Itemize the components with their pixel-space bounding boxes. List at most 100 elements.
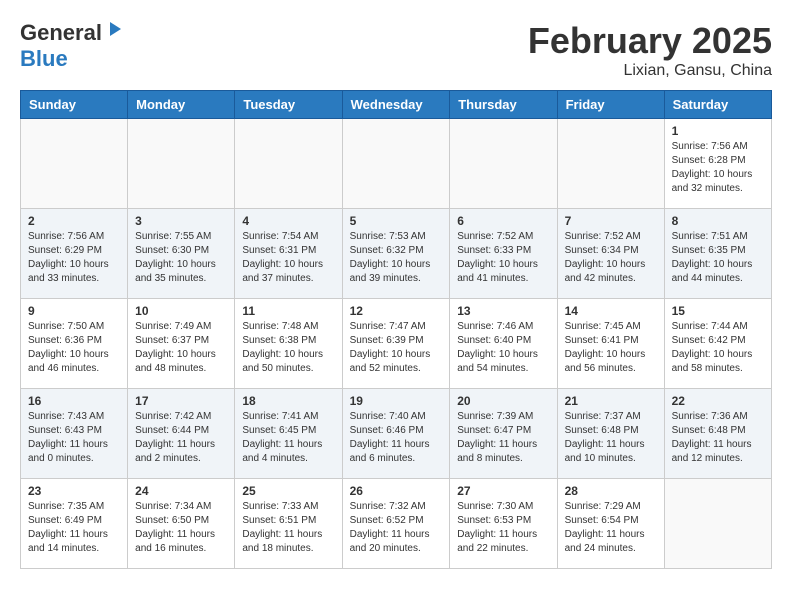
day-number: 11	[242, 304, 334, 318]
day-number: 26	[350, 484, 443, 498]
day-number: 2	[28, 214, 120, 228]
day-info: Sunrise: 7:44 AM Sunset: 6:42 PM Dayligh…	[672, 320, 764, 376]
day-number: 13	[457, 304, 549, 318]
day-info: Sunrise: 7:36 AM Sunset: 6:48 PM Dayligh…	[672, 410, 764, 466]
calendar-table: Sunday Monday Tuesday Wednesday Thursday…	[20, 90, 772, 569]
table-row: 13 Sunrise: 7:46 AM Sunset: 6:40 PM Dayli…	[450, 299, 557, 389]
day-number: 16	[28, 394, 120, 408]
table-row	[128, 119, 235, 209]
table-row: 1 Sunrise: 7:56 AM Sunset: 6:28 PM Daylig…	[664, 119, 771, 209]
table-row: 14 Sunrise: 7:45 AM Sunset: 6:41 PM Dayli…	[557, 299, 664, 389]
day-info: Sunrise: 7:43 AM Sunset: 6:43 PM Dayligh…	[28, 410, 120, 466]
header-monday: Monday	[128, 91, 235, 119]
calendar-week-row: 9Sunrise: 7:50 AM Sunset: 6:36 PM Daylig…	[21, 299, 772, 389]
header-wednesday: Wednesday	[342, 91, 450, 119]
day-info: Sunrise: 7:34 AM Sunset: 6:50 PM Dayligh…	[135, 500, 227, 556]
day-info: Sunrise: 7:32 AM Sunset: 6:52 PM Dayligh…	[350, 500, 443, 556]
table-row	[557, 119, 664, 209]
table-row: 3 Sunrise: 7:55 AM Sunset: 6:30 PM Daylig…	[128, 209, 235, 299]
calendar-header-row: Sunday Monday Tuesday Wednesday Thursday…	[21, 91, 772, 119]
day-number: 7	[565, 214, 657, 228]
table-row: 28 Sunrise: 7:29 AM Sunset: 6:54 PM Dayli…	[557, 479, 664, 569]
day-info: Sunrise: 7:46 AM Sunset: 6:40 PM Dayligh…	[457, 320, 549, 376]
calendar-week-row: 16 Sunrise: 7:43 AM Sunset: 6:43 PM Dayli…	[21, 389, 772, 479]
table-row: 2 Sunrise: 7:56 AM Sunset: 6:29 PM Daylig…	[21, 209, 128, 299]
table-row: 17 Sunrise: 7:42 AM Sunset: 6:44 PM Dayli…	[128, 389, 235, 479]
table-row: 12 Sunrise: 7:47 AM Sunset: 6:39 PM Dayli…	[342, 299, 450, 389]
logo-general: General	[20, 20, 102, 46]
day-info: Sunrise: 7:29 AM Sunset: 6:54 PM Dayligh…	[565, 500, 657, 556]
day-number: 20	[457, 394, 549, 408]
day-info: Sunrise: 7:37 AM Sunset: 6:48 PM Dayligh…	[565, 410, 657, 466]
day-number: 12	[350, 304, 443, 318]
day-info: Sunrise: 7:35 AM Sunset: 6:49 PM Dayligh…	[28, 500, 120, 556]
day-number: 23	[28, 484, 120, 498]
day-info: Sunrise: 7:54 AM Sunset: 6:31 PM Dayligh…	[242, 230, 334, 286]
day-number: 19	[350, 394, 443, 408]
table-row: 19Sunrise: 7:40 AM Sunset: 6:46 PM Dayli…	[342, 389, 450, 479]
day-number: 10	[135, 304, 227, 318]
table-row: 22 Sunrise: 7:36 AM Sunset: 6:48 PM Dayli…	[664, 389, 771, 479]
day-info: Sunrise: 7:33 AM Sunset: 6:51 PM Dayligh…	[242, 500, 334, 556]
logo-blue: Blue	[20, 46, 68, 71]
table-row: 9Sunrise: 7:50 AM Sunset: 6:36 PM Daylig…	[21, 299, 128, 389]
day-number: 9	[28, 304, 120, 318]
day-number: 18	[242, 394, 334, 408]
day-info: Sunrise: 7:51 AM Sunset: 6:35 PM Dayligh…	[672, 230, 764, 286]
day-number: 3	[135, 214, 227, 228]
table-row: 26 Sunrise: 7:32 AM Sunset: 6:52 PM Dayli…	[342, 479, 450, 569]
day-number: 1	[672, 124, 764, 138]
day-info: Sunrise: 7:56 AM Sunset: 6:29 PM Dayligh…	[28, 230, 120, 286]
header-sunday: Sunday	[21, 91, 128, 119]
day-info: Sunrise: 7:41 AM Sunset: 6:45 PM Dayligh…	[242, 410, 334, 466]
table-row: 18 Sunrise: 7:41 AM Sunset: 6:45 PM Dayli…	[235, 389, 342, 479]
table-row	[664, 479, 771, 569]
header-saturday: Saturday	[664, 91, 771, 119]
table-row: 16 Sunrise: 7:43 AM Sunset: 6:43 PM Dayli…	[21, 389, 128, 479]
table-row: 4 Sunrise: 7:54 AM Sunset: 6:31 PM Daylig…	[235, 209, 342, 299]
calendar-week-row: 23 Sunrise: 7:35 AM Sunset: 6:49 PM Dayli…	[21, 479, 772, 569]
day-info: Sunrise: 7:53 AM Sunset: 6:32 PM Dayligh…	[350, 230, 443, 286]
table-row	[342, 119, 450, 209]
logo: General Blue	[20, 20, 123, 72]
calendar-title: February 2025	[528, 20, 772, 62]
day-info: Sunrise: 7:52 AM Sunset: 6:33 PM Dayligh…	[457, 230, 549, 286]
table-row: 20Sunrise: 7:39 AM Sunset: 6:47 PM Dayli…	[450, 389, 557, 479]
day-number: 8	[672, 214, 764, 228]
table-row: 8 Sunrise: 7:51 AM Sunset: 6:35 PM Daylig…	[664, 209, 771, 299]
table-row	[21, 119, 128, 209]
day-info: Sunrise: 7:56 AM Sunset: 6:28 PM Dayligh…	[672, 140, 764, 196]
day-number: 21	[565, 394, 657, 408]
day-info: Sunrise: 7:30 AM Sunset: 6:53 PM Dayligh…	[457, 500, 549, 556]
header-tuesday: Tuesday	[235, 91, 342, 119]
day-number: 6	[457, 214, 549, 228]
day-info: Sunrise: 7:48 AM Sunset: 6:38 PM Dayligh…	[242, 320, 334, 376]
table-row: 21 Sunrise: 7:37 AM Sunset: 6:48 PM Dayli…	[557, 389, 664, 479]
table-row: 24Sunrise: 7:34 AM Sunset: 6:50 PM Dayli…	[128, 479, 235, 569]
day-info: Sunrise: 7:42 AM Sunset: 6:44 PM Dayligh…	[135, 410, 227, 466]
day-info: Sunrise: 7:52 AM Sunset: 6:34 PM Dayligh…	[565, 230, 657, 286]
calendar-week-row: 1 Sunrise: 7:56 AM Sunset: 6:28 PM Daylig…	[21, 119, 772, 209]
table-row	[450, 119, 557, 209]
day-number: 28	[565, 484, 657, 498]
day-info: Sunrise: 7:47 AM Sunset: 6:39 PM Dayligh…	[350, 320, 443, 376]
day-info: Sunrise: 7:45 AM Sunset: 6:41 PM Dayligh…	[565, 320, 657, 376]
day-number: 17	[135, 394, 227, 408]
table-row: 5 Sunrise: 7:53 AM Sunset: 6:32 PM Daylig…	[342, 209, 450, 299]
calendar-week-row: 2 Sunrise: 7:56 AM Sunset: 6:29 PM Daylig…	[21, 209, 772, 299]
day-number: 22	[672, 394, 764, 408]
table-row: 27Sunrise: 7:30 AM Sunset: 6:53 PM Dayli…	[450, 479, 557, 569]
table-row: 10Sunrise: 7:49 AM Sunset: 6:37 PM Dayli…	[128, 299, 235, 389]
calendar-subtitle: Lixian, Gansu, China	[528, 62, 772, 80]
table-row	[235, 119, 342, 209]
day-number: 25	[242, 484, 334, 498]
day-number: 4	[242, 214, 334, 228]
day-info: Sunrise: 7:55 AM Sunset: 6:30 PM Dayligh…	[135, 230, 227, 286]
header-friday: Friday	[557, 91, 664, 119]
header-thursday: Thursday	[450, 91, 557, 119]
day-number: 14	[565, 304, 657, 318]
table-row: 15Sunrise: 7:44 AM Sunset: 6:42 PM Dayli…	[664, 299, 771, 389]
day-number: 5	[350, 214, 443, 228]
table-row: 6 Sunrise: 7:52 AM Sunset: 6:33 PM Daylig…	[450, 209, 557, 299]
table-row: 7 Sunrise: 7:52 AM Sunset: 6:34 PM Daylig…	[557, 209, 664, 299]
